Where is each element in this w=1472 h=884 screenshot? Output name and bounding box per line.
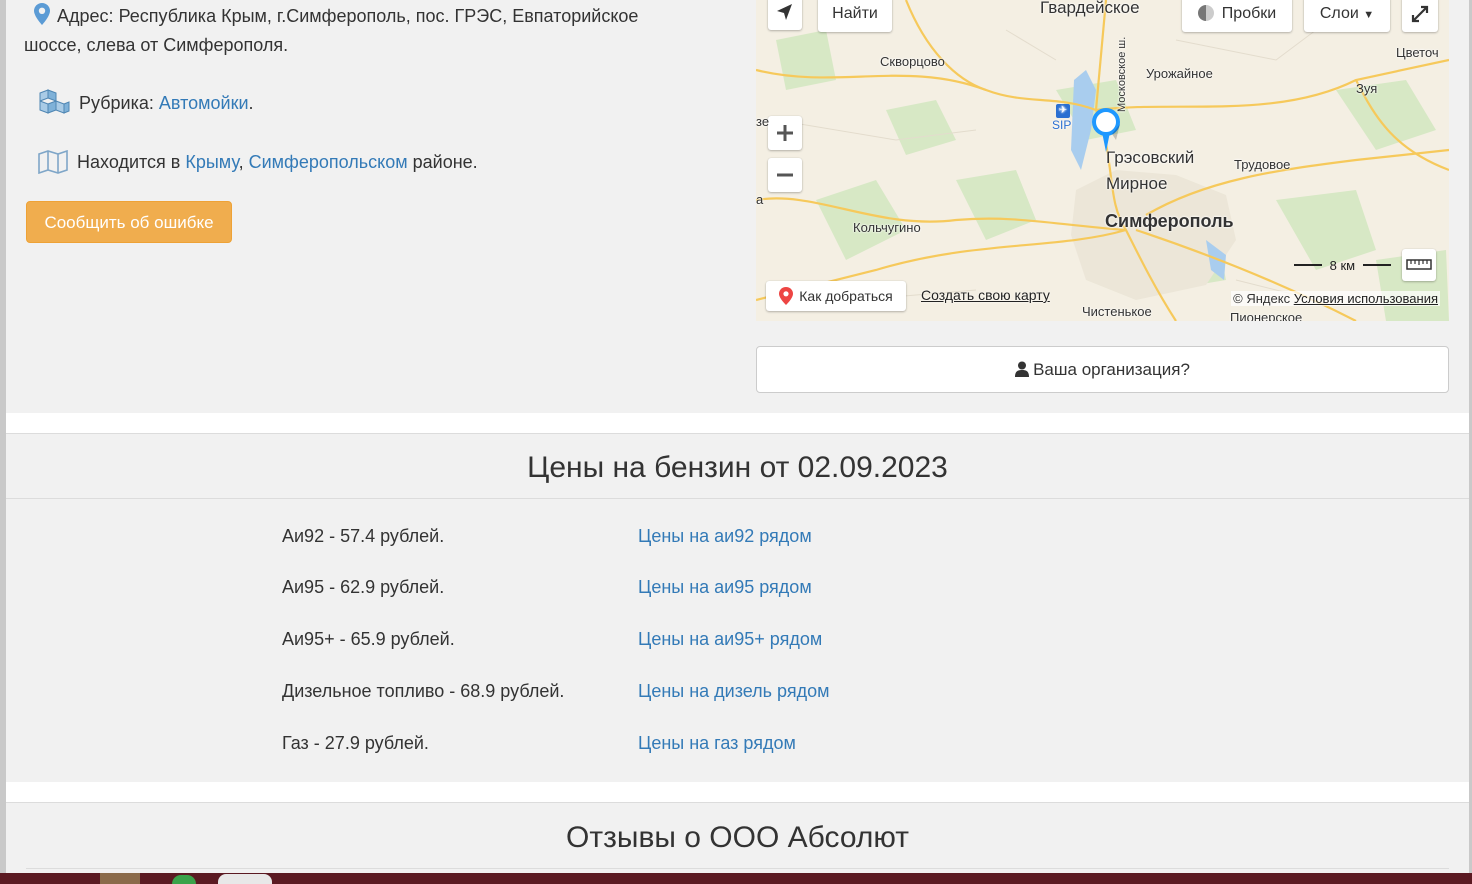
placemark-icon[interactable]	[1090, 104, 1124, 156]
rubric-period: .	[248, 93, 254, 113]
rubric-link-car-wash[interactable]: Автомойки	[159, 93, 249, 113]
place-edge-ze: зе	[756, 114, 770, 129]
nearby-ai92-link[interactable]: Цены на аи92 рядом	[638, 526, 812, 547]
chevron-down-icon: ▼	[1363, 9, 1375, 21]
your-organization-button[interactable]: Ваша организация?	[756, 346, 1449, 393]
location-info: Находится в Крыму, Симферопольском район…	[38, 149, 478, 181]
map-scale: 8 км	[1294, 258, 1391, 273]
nearby-gas-link[interactable]: Цены на газ рядом	[638, 733, 796, 754]
price-ai95-plus: Аи95+ - 65.9 рублей.	[282, 629, 455, 649]
traffic-icon	[1197, 5, 1214, 21]
reviews-title: Отзывы о ООО Абсолют	[566, 821, 909, 854]
taskbar-app-icon[interactable]	[172, 875, 196, 884]
price-ai92: Аи92 - 57.4 рублей.	[282, 526, 445, 546]
route-button[interactable]: Как добраться	[766, 281, 906, 311]
yandex-map[interactable]: Найти Пробки Слои ▼ Гвардейское Скворцов…	[756, 0, 1449, 321]
os-taskbar	[0, 873, 1472, 884]
section-separator	[6, 782, 1469, 802]
fullscreen-button[interactable]	[1402, 0, 1438, 32]
divider	[6, 433, 1469, 434]
traffic-button[interactable]: Пробки	[1182, 0, 1292, 32]
window-left-edge	[0, 0, 6, 884]
taskbar-app-icon[interactable]	[100, 873, 140, 884]
divider	[6, 498, 1469, 499]
layers-button[interactable]: Слои ▼	[1304, 0, 1390, 32]
plus-icon	[777, 125, 793, 141]
address-line-1: Республика Крым, г.Симферополь, пос. ГРЭ…	[118, 6, 639, 26]
copyright-text: © Яндекс	[1233, 291, 1291, 306]
navigation-arrow-icon	[777, 4, 792, 20]
route-label: Как добраться	[799, 288, 893, 304]
airport-label: ✈ SIP	[1052, 104, 1071, 132]
terms-of-use-link[interactable]: Условия использования	[1294, 291, 1438, 306]
crimea-link[interactable]: Крыму	[185, 152, 238, 172]
zoom-out-button[interactable]	[768, 158, 802, 192]
layers-label: Слои	[1319, 5, 1359, 22]
fuel-prices-title: Цены на бензин от 02.09.2023	[527, 451, 948, 484]
location-suffix: районе.	[412, 152, 478, 172]
address-label: Адрес:	[57, 6, 114, 26]
location-prefix: Находится в	[77, 152, 181, 172]
ruler-icon	[1406, 259, 1432, 270]
route-pin-icon	[779, 285, 794, 315]
place-trudovoe: Трудовое	[1234, 157, 1291, 172]
address-line-2: шоссе, слева от Симферополя.	[24, 35, 289, 55]
scale-bar-left	[1294, 264, 1322, 266]
airport-sip-label: SIP	[1052, 118, 1072, 132]
place-pionerskoe: Пионерское	[1230, 310, 1303, 321]
place-mirnoe: Мирное	[1106, 174, 1168, 193]
zoom-in-button[interactable]	[768, 116, 802, 150]
map-find-button[interactable]: Найти	[818, 0, 892, 32]
place-skvortsovo: Скворцово	[880, 54, 945, 69]
map-copyright: © Яндекс Условия использования	[1231, 291, 1440, 306]
scale-label: 8 км	[1329, 258, 1356, 273]
road-moskovskoe: Московское ш.	[1116, 36, 1128, 112]
nearby-diesel-link[interactable]: Цены на дизель рядом	[638, 681, 830, 702]
price-gas: Газ - 27.9 рублей.	[282, 733, 429, 753]
divider	[26, 868, 1449, 869]
location-separator: ,	[238, 152, 244, 172]
boxes-icon	[38, 89, 70, 122]
user-icon	[1015, 349, 1030, 394]
place-simferopol: Симферополь	[1105, 211, 1234, 231]
price-diesel: Дизельное топливо - 68.9 рублей.	[282, 681, 565, 701]
create-map-link[interactable]: Создать свою карту	[921, 287, 1050, 303]
price-ai95: Аи95 - 62.9 рублей.	[282, 577, 445, 597]
nearby-ai95-plus-link[interactable]: Цены на аи95+ рядом	[638, 629, 822, 650]
place-tsvetoch: Цветоч	[1396, 45, 1439, 60]
your-organization-label: Ваша организация?	[1033, 360, 1190, 379]
place-kolchugino: Кольчугино	[853, 220, 921, 235]
place-zuya: Зуя	[1356, 81, 1378, 96]
simferopol-district-link[interactable]: Симферопольском	[249, 152, 408, 172]
geolocation-button[interactable]	[768, 0, 802, 30]
report-error-button[interactable]: Сообщить об ошибке	[26, 201, 232, 243]
divider	[6, 802, 1469, 803]
minus-icon	[777, 173, 793, 177]
scale-bar-right	[1362, 264, 1391, 266]
map-icon	[38, 149, 68, 181]
place-urozhaynoe: Урожайное	[1146, 66, 1213, 81]
section-separator	[6, 413, 1469, 433]
taskbar-app-icon[interactable]	[218, 874, 272, 884]
ruler-button[interactable]	[1402, 249, 1436, 281]
rubric-info: Рубрика: Автомойки.	[38, 89, 254, 122]
address-info: Адрес: Республика Крым, г.Симферополь, п…	[24, 3, 714, 58]
place-gvardeyskoe: Гвардейское	[1040, 0, 1140, 17]
expand-icon	[1411, 5, 1429, 23]
place-edge-a: а	[756, 192, 764, 207]
nearby-ai95-link[interactable]: Цены на аи95 рядом	[638, 577, 812, 598]
rubric-label: Рубрика:	[79, 93, 154, 113]
traffic-label: Пробки	[1221, 5, 1277, 22]
place-chistenkoe: Чистенькое	[1082, 304, 1152, 319]
airport-icon: ✈	[1056, 104, 1070, 118]
location-pin-icon	[34, 3, 52, 32]
